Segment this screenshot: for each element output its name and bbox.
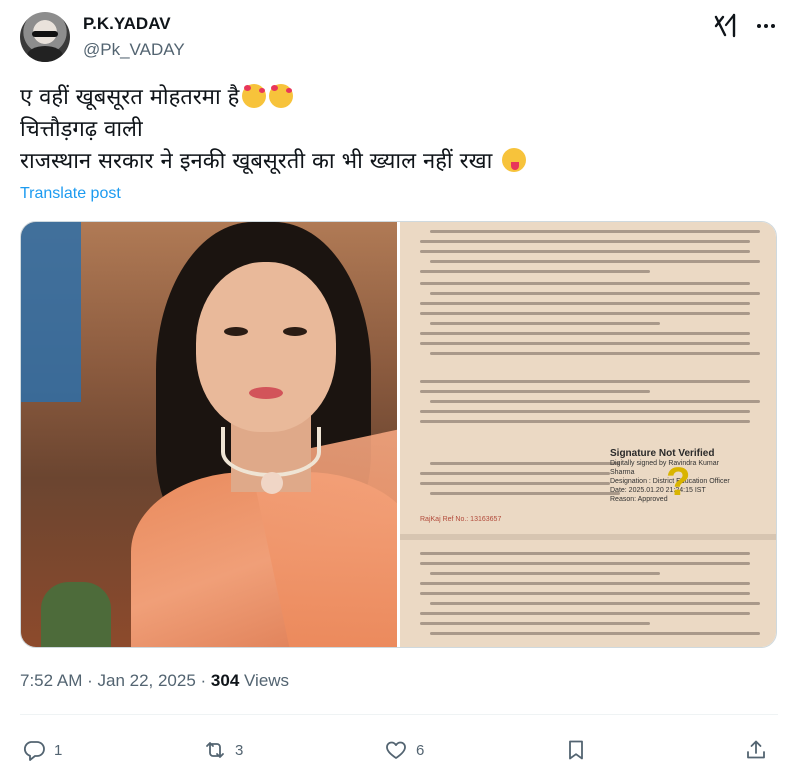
document-text-line [430,322,660,325]
document-text-line [430,572,660,575]
meta-separator: · [195,671,211,690]
document-text-line [420,270,650,273]
document-text-line [420,312,750,315]
reply-icon [23,741,45,761]
document-text-line [420,562,750,565]
page-break [400,534,776,540]
grok-icon[interactable] [712,12,740,40]
document-text-line [420,622,650,625]
tweet-meta: 7:52 AM · Jan 22, 2025 · 304 Views [20,671,289,691]
share-icon [747,740,765,759]
signature-title: Signature Not Verified [610,448,715,459]
reply-button[interactable]: 1 [22,735,62,765]
document-text-line [420,240,750,243]
avatar[interactable] [20,12,70,62]
meta-separator: · [82,671,98,690]
woman-portrait-image[interactable] [21,222,397,647]
document-text-line [420,302,750,305]
document-text-line [430,400,760,403]
reply-count: 1 [54,741,63,759]
views-count: 304 [210,671,240,690]
views-label: Views [239,671,290,690]
document-ref: RajKaj Ref No.: 13163657 [420,516,502,523]
document-text-line [420,552,750,555]
user-handle[interactable]: @Pk_VADAY [83,40,185,60]
like-button[interactable]: 6 [384,735,424,765]
document-text-line [420,282,750,285]
document-image[interactable]: Signature Not Verified Digitally signed … [400,222,776,647]
smiling-hearts-emoji-icon [242,84,267,108]
document-text-line [420,592,750,595]
document-text-line [430,352,760,355]
smiling-hearts-emoji-icon [269,84,294,108]
repost-count: 3 [235,741,244,759]
display-name[interactable]: P.K.YADAV [83,14,171,34]
tweet-line-3-text: राजस्थान सरकार ने इनकी खूबसूरती का भी ख्… [20,149,493,174]
question-mark-icon: ? [666,460,691,504]
repost-icon [206,742,224,758]
document-text-line [420,482,610,485]
heart-icon [386,741,406,759]
tweet-date[interactable]: Jan 22, 2025 [97,671,195,690]
tweet-line-2: चित्तौड़गढ़ वाली [20,117,143,142]
bookmark-icon [569,740,583,760]
document-text-line [430,492,620,495]
document-text-line [420,390,650,393]
document-text-line [420,612,750,615]
share-button[interactable] [744,735,768,765]
document-text-line [420,250,750,253]
divider [20,714,778,715]
translate-post-link[interactable]: Translate post [20,185,121,203]
document-text-line [420,582,750,585]
tweet-line-1-text: ए वहीं खूबसूरत मोहतरमा है [20,85,240,110]
document-text-line [420,380,750,383]
tweet-text: ए वहीं खूबसूरत मोहतरमा है चित्तौड़गढ़ वा… [20,82,780,178]
more-icon[interactable] [752,12,780,40]
document-text-line [430,632,760,635]
winking-tongue-emoji-icon [502,148,527,172]
document-text-line [430,292,760,295]
document-text-line [420,472,610,475]
document-text-line [430,260,760,263]
repost-button[interactable]: 3 [203,735,243,765]
avatar-glasses [32,31,58,37]
tweet-line-3: राजस्थान सरकार ने इनकी खूबसूरती का भी ख्… [20,146,780,178]
document-text-line [420,332,750,335]
bookmark-button[interactable] [564,735,588,765]
tweet-line-1: ए वहीं खूबसूरत मोहतरमा है [20,82,780,114]
document-text-line [420,420,750,423]
document-text-line [420,410,750,413]
like-count: 6 [416,741,425,759]
tweet-time[interactable]: 7:52 AM [20,671,82,690]
media-attachment[interactable]: Signature Not Verified Digitally signed … [20,221,777,648]
document-text-line [430,230,760,233]
document-text-line [430,602,760,605]
document-text-line [420,342,750,345]
document-text-line [430,462,620,465]
avatar-shirt [27,46,63,62]
